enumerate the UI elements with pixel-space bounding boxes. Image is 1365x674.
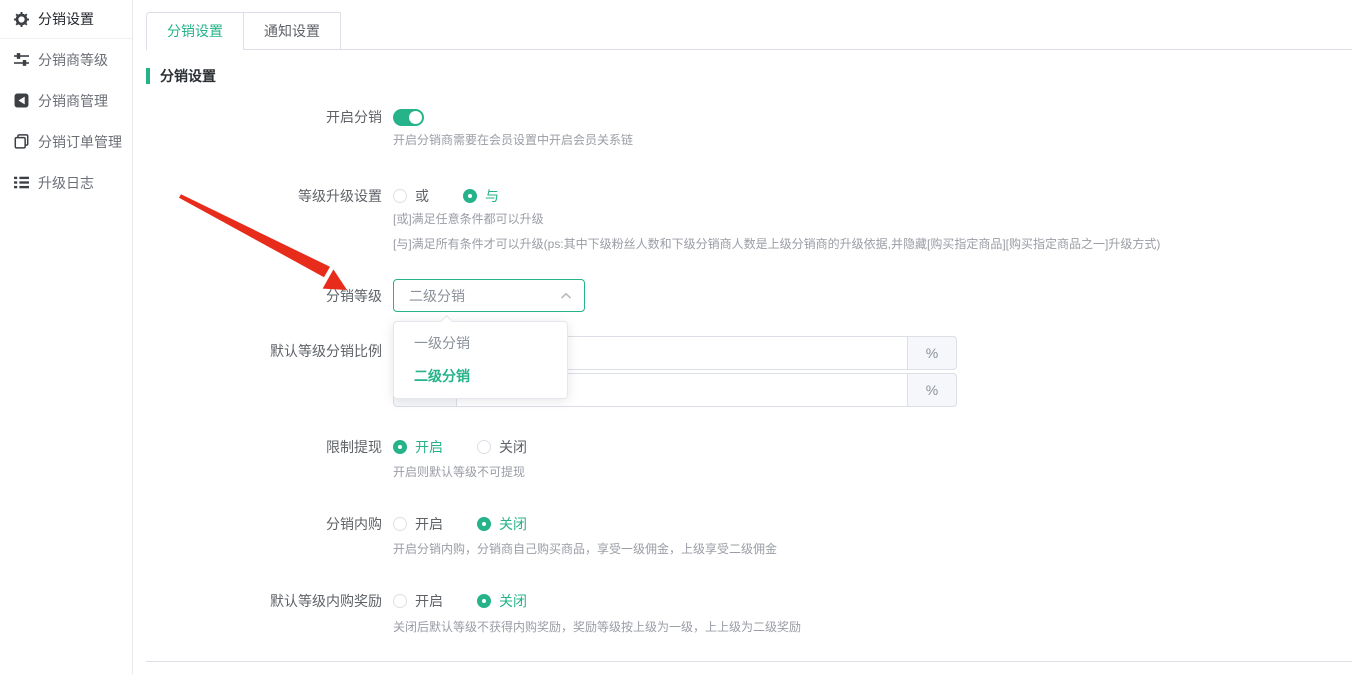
- radio-circle-icon: [393, 440, 407, 454]
- dropdown-option-level-1[interactable]: 一级分销: [394, 327, 567, 360]
- field-label: 分销等级: [146, 286, 382, 306]
- field-label: 默认等级内购奖励: [146, 591, 382, 611]
- share-icon: [14, 93, 29, 108]
- form-row-inner-reward: 默认等级内购奖励 开启 关闭: [146, 591, 561, 611]
- level-dropdown-panel: 一级分销 二级分销: [393, 321, 568, 399]
- sidebar-item-label: 分销订单管理: [38, 132, 122, 152]
- field-label: 等级升级设置: [146, 186, 382, 206]
- radio-circle-icon: [477, 440, 491, 454]
- distribution-settings-page: 分销设置 分销商等级 分销商管理: [0, 0, 1365, 674]
- list-icon: [14, 175, 29, 190]
- tab-bar: 分销设置 通知设置: [146, 12, 1352, 50]
- form-row-distribution-level: 分销等级: [146, 279, 382, 312]
- radio-inner-reward-off[interactable]: 关闭: [477, 591, 527, 611]
- radio-upgrade-and[interactable]: 与: [463, 186, 499, 206]
- sidebar-item-upgrade-log[interactable]: 升级日志: [0, 162, 132, 203]
- radio-circle-icon: [393, 517, 407, 531]
- radio-label: 关闭: [499, 591, 527, 611]
- radio-upgrade-or[interactable]: 或: [393, 186, 429, 206]
- radio-circle-icon: [393, 189, 407, 203]
- radio-withdraw-on[interactable]: 开启: [393, 437, 443, 457]
- select-value: 二级分销: [409, 286, 560, 306]
- field-label: 限制提现: [146, 437, 382, 457]
- radio-label: 或: [415, 186, 429, 206]
- sidebar-item-label: 升级日志: [38, 173, 94, 193]
- distribution-level-select[interactable]: 二级分销: [393, 279, 585, 312]
- withdraw-help: 开启则默认等级不可提现: [393, 463, 525, 480]
- radio-withdraw-off[interactable]: 关闭: [477, 437, 527, 457]
- radio-label: 关闭: [499, 514, 527, 534]
- radio-circle-icon: [463, 189, 477, 203]
- chevron-up-icon: [560, 292, 572, 300]
- radio-label: 与: [485, 186, 499, 206]
- radio-circle-icon: [477, 517, 491, 531]
- field-label-ratio: 默认等级分销比例: [146, 341, 382, 361]
- radio-label: 开启: [415, 591, 443, 611]
- percent-suffix-1: %: [908, 336, 957, 370]
- upgrade-help-and: [与]满足所有条件才可以升级(ps:其中下级粉丝人数和下级分销商人数是上级分销商…: [393, 235, 1160, 252]
- radio-inner-reward-on[interactable]: 开启: [393, 591, 443, 611]
- form-row-inner-buy: 分销内购 开启 关闭: [146, 514, 561, 534]
- enable-distribution-toggle[interactable]: [393, 109, 424, 126]
- dropdown-option-level-2[interactable]: 二级分销: [394, 360, 567, 393]
- radio-circle-icon: [393, 594, 407, 608]
- inner-reward-help: 关闭后默认等级不获得内购奖励，奖励等级按上级为一级，上上级为二级奖励: [393, 618, 801, 635]
- form-row-upgrade-condition: 等级升级设置 或 与: [146, 186, 533, 206]
- radio-inner-buy-on[interactable]: 开启: [393, 514, 443, 534]
- percent-suffix-2: %: [908, 373, 957, 407]
- radio-circle-icon: [477, 594, 491, 608]
- sidebar-item-distribution-orders[interactable]: 分销订单管理: [0, 121, 132, 162]
- section-title: 分销设置: [160, 66, 216, 86]
- form-row-withdraw-limit: 限制提现 开启 关闭: [146, 437, 561, 457]
- field-label: 开启分销: [146, 107, 382, 127]
- radio-label: 开启: [415, 514, 443, 534]
- sidebar-item-label: 分销商等级: [38, 50, 108, 70]
- section-accent-bar: [146, 68, 150, 84]
- section-header: 分销设置: [146, 66, 216, 86]
- sidebar-item-distribution-settings[interactable]: 分销设置: [0, 0, 132, 38]
- sidebar: 分销设置 分销商等级 分销商管理: [0, 0, 133, 674]
- inner-buy-help: 开启分销内购，分销商自己购买商品，享受一级佣金，上级享受二级佣金: [393, 540, 777, 557]
- sidebar-item-distributor-level[interactable]: 分销商等级: [0, 39, 132, 80]
- bottom-divider: [146, 661, 1352, 662]
- radio-label: 开启: [415, 437, 443, 457]
- sidebar-item-label: 分销设置: [38, 9, 94, 29]
- sliders-icon: [14, 52, 29, 67]
- copy-icon: [14, 134, 29, 149]
- sidebar-item-distributor-management[interactable]: 分销商管理: [0, 80, 132, 121]
- upgrade-help-or: [或]满足任意条件都可以升级: [393, 210, 544, 227]
- tab-label: 通知设置: [264, 23, 320, 39]
- radio-inner-buy-off[interactable]: 关闭: [477, 514, 527, 534]
- field-label: 分销内购: [146, 514, 382, 534]
- radio-label: 关闭: [499, 437, 527, 457]
- gear-icon: [14, 12, 29, 27]
- enable-distribution-help: 开启分销商需要在会员设置中开启会员关系链: [393, 131, 633, 148]
- sidebar-item-label: 分销商管理: [38, 91, 108, 111]
- form-row-enable-distribution: 开启分销: [146, 103, 424, 131]
- tab-label: 分销设置: [167, 23, 223, 39]
- tab-distribution-settings[interactable]: 分销设置: [146, 12, 244, 49]
- toggle-knob: [409, 111, 422, 124]
- tab-notification-settings[interactable]: 通知设置: [244, 12, 341, 49]
